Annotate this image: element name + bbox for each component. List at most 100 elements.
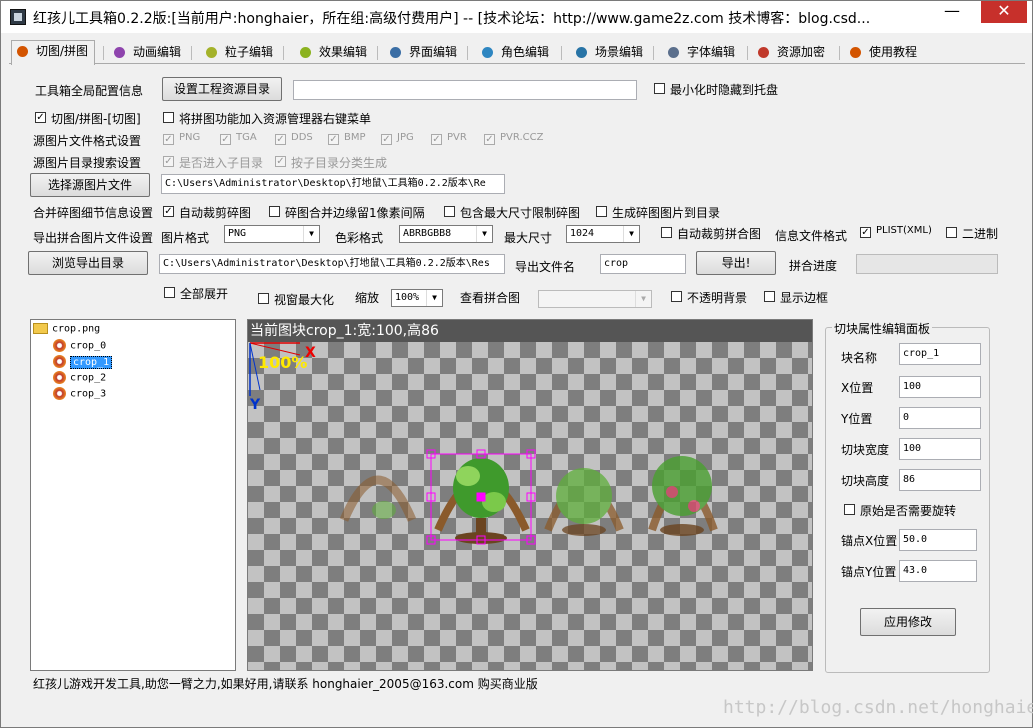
tab-label: 效果编辑	[319, 45, 368, 59]
max-size-limit-checkbox[interactable]: 包含最大尺寸限制碎图	[444, 204, 580, 221]
format-pvr-checkbox[interactable]: ✓ PVR	[431, 132, 467, 145]
tree-item-crop-0[interactable]: crop_0	[53, 339, 106, 352]
plant-sprite-3	[648, 456, 718, 536]
tab-label: 粒子编辑	[225, 45, 274, 59]
auto-trim-merged-checkbox[interactable]: 自动裁剪拼合图	[661, 225, 761, 242]
preview-canvas[interactable]: 当前图块crop_1:宽:100,高86 100% X Y	[247, 319, 813, 671]
app-window: 红孩儿工具箱0.2.2版:[当前用户:honghaier，所在组:高级付费用户]…	[0, 0, 1033, 728]
opaque-bg-checkbox[interactable]: 不透明背景	[671, 289, 747, 306]
close-button[interactable]: ✕	[981, 1, 1027, 23]
image-format-select[interactable]: PNG ▼	[224, 225, 320, 243]
cut-mode-checkbox[interactable]: ✓ 切图/拼图-[切图]	[35, 110, 141, 127]
tab-animation[interactable]: 动画编辑	[109, 42, 181, 64]
encrypt-tab-icon	[758, 47, 769, 58]
anchor-x-input[interactable]: 50.0	[899, 529, 977, 551]
format-bmp-checkbox[interactable]: ✓ BMP	[328, 132, 366, 145]
tile-name-input[interactable]: crop_1	[899, 343, 981, 365]
crop-tab-icon	[17, 46, 28, 57]
tab-separator	[561, 46, 562, 60]
select-value: 100%	[395, 292, 420, 303]
app-icon	[10, 9, 26, 25]
checkbox-box	[164, 287, 175, 298]
tab-separator	[191, 46, 192, 60]
group-by-subdir-checkbox[interactable]: ✓ 按子目录分类生成	[275, 154, 387, 171]
format-tga-checkbox[interactable]: ✓ TGA	[220, 132, 257, 145]
checkbox-box	[764, 291, 775, 302]
tab-crop-merge[interactable]: 切图/拼图	[11, 40, 96, 65]
keep-gap-checkbox[interactable]: 碎图合并边缘留1像素间隔	[269, 204, 425, 221]
format-dds-checkbox[interactable]: ✓ DDS	[275, 132, 313, 145]
tab-ui[interactable]: 界面编辑	[385, 42, 457, 64]
minimize-to-tray-checkbox[interactable]: 最小化时隐藏到托盘	[654, 81, 778, 98]
expand-all-checkbox[interactable]: 全部展开	[164, 285, 228, 302]
apply-changes-button[interactable]: 应用修改	[860, 608, 956, 636]
export-button[interactable]: 导出!	[696, 251, 776, 275]
select-source-button[interactable]: 选择源图片文件	[30, 173, 150, 197]
source-dir-search-label: 源图片目录搜索设置	[33, 156, 142, 170]
tile-tree[interactable]: crop.png crop_0 crop_1 crop_2 crop_3	[30, 319, 236, 671]
anchor-y-input[interactable]: 43.0	[899, 560, 977, 582]
binary-checkbox[interactable]: 二进制	[946, 225, 998, 242]
tree-root[interactable]: crop.png	[33, 323, 100, 335]
tile-icon	[53, 371, 66, 384]
checkbox-label: 原始是否需要旋转	[860, 504, 957, 518]
format-jpg-checkbox[interactable]: ✓ JPG	[381, 132, 414, 145]
gen-to-dir-checkbox[interactable]: 生成碎图图片到目录	[596, 204, 720, 221]
set-resource-dir-button[interactable]: 设置工程资源目录	[162, 77, 282, 101]
tab-tutorial[interactable]: 使用教程	[845, 42, 917, 64]
tile-height-input[interactable]: 86	[899, 469, 981, 491]
checkbox-label: 碎图合并边缘留1像素间隔	[285, 206, 425, 220]
auto-trim-checkbox[interactable]: ✓ 自动裁剪碎图	[163, 204, 251, 221]
checkbox-label: 显示边框	[780, 291, 829, 305]
resource-dir-input[interactable]	[293, 80, 637, 100]
tab-particle[interactable]: 粒子编辑	[201, 42, 273, 64]
checkbox-box	[163, 112, 174, 123]
checkbox-box: ✓	[860, 227, 871, 238]
tab-label: 场景编辑	[595, 45, 644, 59]
tree-item-crop-1[interactable]: crop_1	[53, 355, 113, 369]
tab-encrypt[interactable]: 资源加密	[753, 42, 825, 64]
format-pvrccz-checkbox[interactable]: ✓ PVR.CCZ	[484, 132, 543, 145]
tab-scene[interactable]: 场景编辑	[571, 42, 643, 64]
minimize-button[interactable]: —	[938, 1, 966, 23]
window-maximize-checkbox[interactable]: 视窗最大化	[258, 291, 334, 308]
format-png-checkbox[interactable]: ✓ PNG	[163, 132, 201, 145]
include-subdirs-checkbox[interactable]: ✓ 是否进入子目录	[163, 154, 263, 171]
context-menu-checkbox[interactable]: 将拼图功能加入资源管理器右键菜单	[163, 110, 371, 127]
tab-character[interactable]: 角色编辑	[477, 42, 549, 64]
tab-label: 使用教程	[869, 45, 918, 59]
tile-width-input[interactable]: 100	[899, 438, 981, 460]
export-name-input[interactable]: crop	[600, 254, 686, 274]
checkbox-box: ✓	[328, 134, 339, 145]
show-border-checkbox[interactable]: 显示边框	[764, 289, 828, 306]
max-size-select[interactable]: 1024 ▼	[566, 225, 640, 243]
x-position-input[interactable]: 100	[899, 376, 981, 398]
tab-separator	[467, 46, 468, 60]
browse-export-button[interactable]: 浏览导出目录	[28, 251, 148, 275]
tree-item-crop-2[interactable]: crop_2	[53, 371, 106, 384]
folder-icon	[33, 323, 48, 334]
checkbox-box: ✓	[163, 206, 174, 217]
rotate-checkbox[interactable]: 原始是否需要旋转	[844, 502, 956, 519]
export-path-input[interactable]: C:\Users\Administrator\Desktop\打地鼠\工具箱0.…	[159, 254, 505, 274]
source-path-input[interactable]: C:\Users\Administrator\Desktop\打地鼠\工具箱0.…	[161, 174, 505, 194]
tree-item-crop-3[interactable]: crop_3	[53, 387, 106, 400]
tree-label: crop_1	[70, 355, 113, 369]
font-tab-icon	[668, 47, 679, 58]
y-position-input[interactable]: 0	[899, 407, 981, 429]
tab-font[interactable]: 字体编辑	[663, 42, 735, 64]
plist-checkbox[interactable]: ✓ PLIST(XML)	[860, 225, 932, 238]
zoom-select[interactable]: 100% ▼	[391, 289, 443, 307]
tab-separator	[839, 46, 840, 60]
source-format-label: 源图片文件格式设置	[33, 134, 142, 148]
axis-y-label: Y	[250, 397, 261, 413]
checkbox-label: PNG	[179, 132, 201, 143]
checkbox-label: 生成碎图图片到目录	[612, 206, 721, 220]
checkbox-label: 切图/拼图-[切图]	[51, 112, 141, 126]
checkbox-box: ✓	[163, 156, 174, 167]
x-position-label: X位置	[841, 381, 874, 395]
view-merged-select[interactable]: ▼	[538, 290, 652, 308]
color-format-select[interactable]: ABRBGBB8 ▼	[399, 225, 493, 243]
checkbox-box: ✓	[275, 156, 286, 167]
tab-effect[interactable]: 效果编辑	[295, 42, 367, 64]
